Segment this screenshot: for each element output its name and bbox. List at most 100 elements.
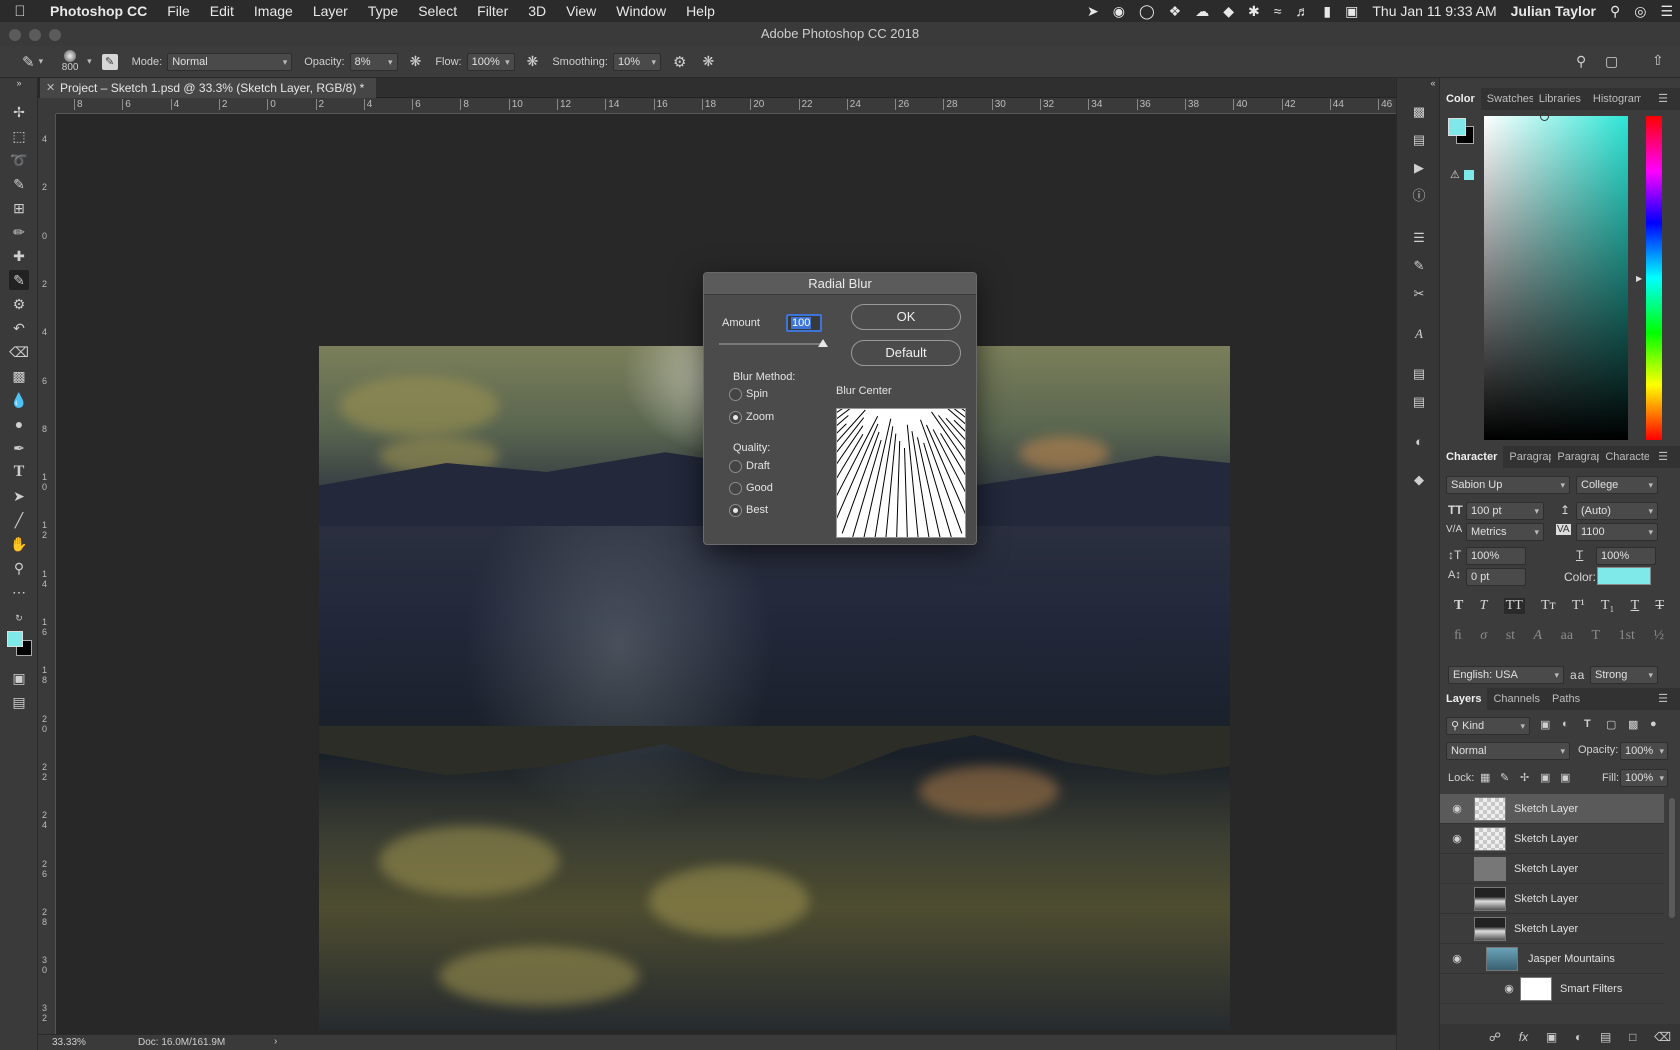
- filter-adjustment-icon[interactable]: ◐: [1562, 718, 1569, 730]
- layer-row[interactable]: Sketch Layer: [1440, 884, 1664, 914]
- spin-radio[interactable]: [729, 388, 742, 401]
- layer-row[interactable]: ◉ Smart Filters: [1440, 974, 1664, 1004]
- tracking-input[interactable]: 1100 ▾: [1576, 523, 1658, 541]
- workspace-icon[interactable]: ▢: [1605, 53, 1618, 70]
- font-style-select[interactable]: College ▾: [1576, 476, 1658, 494]
- tab-character[interactable]: Character: [1440, 446, 1504, 468]
- adjustments-sliders-icon[interactable]: ☰: [1409, 228, 1429, 248]
- gradient-tool-icon[interactable]: ▩: [9, 366, 29, 386]
- visibility-eye-icon[interactable]: ◉: [1450, 952, 1464, 965]
- cc-sync-icon[interactable]: ◯: [1132, 3, 1162, 20]
- layer-row[interactable]: Sketch Layer: [1440, 854, 1664, 884]
- screen-mode-icon[interactable]: ▤: [9, 692, 29, 712]
- fill-input[interactable]: 100% ▾: [1620, 769, 1668, 787]
- libraries-icon[interactable]: ◆: [1409, 470, 1429, 490]
- eraser-tool-icon[interactable]: ⌫: [9, 342, 29, 362]
- strikethrough-button[interactable]: T: [1655, 598, 1664, 614]
- window-minimize-button[interactable]: [29, 29, 41, 41]
- color-panel-foreground-swatch[interactable]: [1448, 118, 1466, 136]
- layer-filter-select[interactable]: ⚲ Kind ▾: [1446, 717, 1530, 735]
- menu-edit[interactable]: Edit: [200, 3, 244, 19]
- fractions-button[interactable]: ½: [1653, 628, 1664, 644]
- ok-button[interactable]: OK: [851, 304, 961, 330]
- small-caps-button[interactable]: Tт: [1541, 598, 1556, 614]
- stylistic-alternates-button[interactable]: A: [1534, 628, 1543, 644]
- tab-channels[interactable]: Channels: [1487, 688, 1545, 710]
- tab-paths[interactable]: Paths: [1546, 688, 1586, 710]
- new-adjustment-icon[interactable]: ◐: [1575, 1030, 1582, 1044]
- character-styles-icon[interactable]: ▤: [1409, 392, 1429, 412]
- marquee-tool-icon[interactable]: ⬚: [9, 126, 29, 146]
- vertical-ruler[interactable]: 4 2 0 2 4 6 8 1 0 1 2 1 4 1 6 1 8 2 0 2 2 2 4 2 6 2 8 3 0…: [38, 114, 56, 1034]
- menu-3d[interactable]: 3D: [518, 3, 556, 19]
- brush-tool-icon[interactable]: ✎: [22, 53, 35, 71]
- brush-panel-toggle-icon[interactable]: ✎: [101, 53, 118, 70]
- tab-paragraph-styles[interactable]: Paragraph: [1551, 446, 1599, 468]
- battery-icon[interactable]: ▮: [1316, 3, 1338, 20]
- eyedropper-tool-icon[interactable]: ✏: [9, 222, 29, 242]
- anti-alias-select[interactable]: Strong ▾: [1590, 666, 1658, 684]
- clone-source-icon[interactable]: ✂: [1409, 284, 1429, 304]
- tab-layers[interactable]: Layers: [1440, 688, 1488, 710]
- canvas-area[interactable]: [56, 114, 1396, 1034]
- layer-opacity-input[interactable]: 100% ▾: [1620, 742, 1668, 760]
- layer-row[interactable]: Sketch Layer: [1440, 914, 1664, 944]
- zoom-tool-icon[interactable]: ⚲: [9, 558, 29, 578]
- font-size-input[interactable]: 100 pt ▾: [1466, 502, 1544, 520]
- language-select[interactable]: English: USA ▾: [1448, 666, 1564, 684]
- baseline-shift-input[interactable]: 0 pt: [1466, 568, 1526, 586]
- menu-filter[interactable]: Filter: [467, 3, 518, 19]
- foreground-color-swatch[interactable]: [7, 631, 23, 647]
- new-group-icon[interactable]: ▤: [1600, 1030, 1611, 1044]
- layer-row[interactable]: ◉ Jasper Mountains: [1440, 944, 1664, 974]
- blur-tool-icon[interactable]: 💧: [9, 390, 29, 410]
- horizontal-scale-input[interactable]: 100%: [1596, 547, 1656, 565]
- path-selection-tool-icon[interactable]: ➤: [9, 486, 29, 506]
- search-icon[interactable]: ⚲: [1576, 53, 1586, 70]
- underline-button[interactable]: T: [1631, 598, 1640, 614]
- quick-selection-tool-icon[interactable]: ✎: [9, 174, 29, 194]
- tool-preset-chevron-icon[interactable]: ▾: [39, 56, 44, 67]
- zoom-level[interactable]: 33.33%: [52, 1037, 86, 1048]
- ornaments-button[interactable]: T: [1592, 628, 1601, 644]
- swap-colors-icon[interactable]: ↻: [9, 608, 29, 628]
- hue-slider-handle[interactable]: ▶: [1636, 274, 1642, 283]
- leading-input[interactable]: (Auto) ▾: [1576, 502, 1658, 520]
- volume-icon[interactable]: ♬: [1288, 3, 1316, 19]
- ruler-origin[interactable]: [38, 98, 56, 114]
- filter-shape-icon[interactable]: ▢: [1606, 718, 1616, 731]
- share-icon[interactable]: ⇧: [1652, 52, 1664, 69]
- best-radio[interactable]: [729, 504, 742, 517]
- filter-pixel-icon[interactable]: ▣: [1540, 718, 1550, 731]
- brush-tool-icon[interactable]: ✎: [9, 270, 29, 290]
- document-tab[interactable]: ✕ Project – Sketch 1.psd @ 33.3% (Sketch…: [40, 78, 377, 98]
- info-icon[interactable]: ⓘ: [1409, 186, 1429, 206]
- color-spectrum-field[interactable]: [1484, 112, 1628, 440]
- link-layers-icon[interactable]: ☍: [1489, 1030, 1501, 1044]
- panel-menu-icon[interactable]: ☰: [1652, 688, 1674, 710]
- good-radio[interactable]: [729, 482, 742, 495]
- vertical-scale-input[interactable]: 100%: [1466, 547, 1526, 565]
- ordinals-button[interactable]: 1st: [1619, 628, 1635, 644]
- apple-icon[interactable]: : [0, 3, 40, 20]
- glyphs-icon[interactable]: A: [1409, 324, 1429, 344]
- ligatures-button[interactable]: ﬁ: [1454, 628, 1462, 644]
- add-mask-icon[interactable]: ▣: [1546, 1030, 1557, 1044]
- type-tool-icon[interactable]: T: [9, 462, 29, 482]
- more-tools-icon[interactable]: ⋯: [9, 582, 29, 602]
- paragraph-styles-icon[interactable]: ▤: [1409, 364, 1429, 384]
- panel-menu-icon[interactable]: ☰: [1652, 88, 1674, 110]
- document-size[interactable]: Doc: 16.0M/161.9M: [138, 1037, 225, 1048]
- layer-style-icon[interactable]: fx: [1519, 1030, 1528, 1044]
- clock[interactable]: Thu Jan 11 9:33 AM: [1365, 3, 1503, 19]
- tab-color[interactable]: Color: [1440, 88, 1481, 110]
- close-icon[interactable]: ✕: [46, 78, 55, 98]
- window-zoom-button[interactable]: [49, 29, 61, 41]
- font-family-select[interactable]: Sabion Up ▾: [1446, 476, 1570, 494]
- brush-preset-picker[interactable]: 800: [57, 47, 83, 77]
- menu-help[interactable]: Help: [676, 3, 725, 19]
- bluetooth-icon[interactable]: ✱: [1241, 3, 1267, 20]
- draft-radio[interactable]: [729, 460, 742, 473]
- panel-menu-icon[interactable]: ☰: [1652, 446, 1674, 468]
- lock-artboard-icon[interactable]: ▣: [1540, 771, 1550, 784]
